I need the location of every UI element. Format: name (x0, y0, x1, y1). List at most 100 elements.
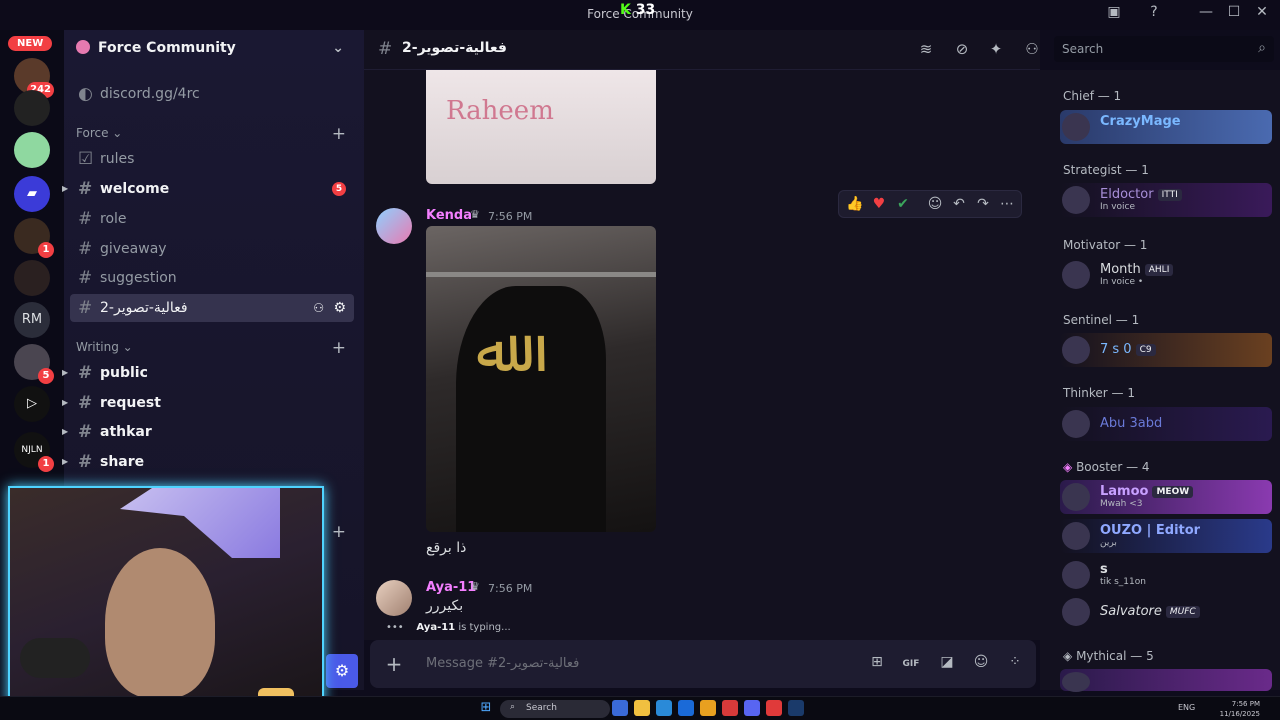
avatar (1062, 672, 1090, 692)
hash-icon: # (78, 268, 93, 288)
windows-start-icon[interactable]: ⊞ (478, 700, 494, 716)
member-item[interactable]: Abu 3abd (1060, 407, 1272, 441)
check-icon[interactable]: ✔ (893, 196, 913, 214)
minimize-button[interactable]: — (1194, 4, 1218, 26)
taskbar-search[interactable]: ⌕ Search (500, 700, 610, 718)
maximize-button[interactable]: ☐ (1222, 4, 1246, 26)
member-item[interactable]: Eldoctor ITTI In voice (1060, 183, 1272, 217)
members-icon[interactable]: ⚇ (1022, 40, 1042, 60)
close-button[interactable]: ✕ (1250, 4, 1274, 26)
server-icon[interactable]: 5 (14, 344, 54, 384)
invite-link[interactable]: ◐ discord.gg/4rc (70, 80, 354, 108)
hex-light-panels (120, 488, 280, 558)
channel-label: public (100, 365, 148, 381)
channel-request[interactable]: ▶ # request (62, 389, 354, 417)
server-icon[interactable] (14, 90, 50, 126)
server-icon[interactable] (14, 260, 50, 296)
chrome-icon[interactable] (700, 700, 716, 716)
member-item[interactable]: OUZO | Editor برين (1060, 519, 1272, 553)
settings-gear-icon[interactable]: ⚙ (326, 654, 358, 688)
add-reaction-icon[interactable]: ☺ (925, 196, 945, 214)
channel-suggestion[interactable]: # suggestion (70, 264, 354, 292)
mention-badge: 1 (38, 456, 54, 472)
server-icon[interactable]: 1 (14, 218, 54, 258)
gear-icon[interactable]: ⚙ (333, 294, 346, 322)
channel-giveaway[interactable]: # giveaway (70, 235, 354, 263)
member-item[interactable]: s tik s_11on (1060, 558, 1272, 592)
emoji-icon[interactable]: ☺ (970, 654, 992, 674)
clock-time: 7:56 PM (1231, 700, 1260, 708)
member-item[interactable] (1060, 669, 1272, 692)
language-indicator[interactable]: ENG (1178, 703, 1195, 712)
clock[interactable]: 7:56 PM 11/16/2025 (1220, 699, 1260, 719)
add-attachment-button[interactable]: + (382, 652, 406, 676)
inbox-icon[interactable]: ▣ (1102, 4, 1126, 26)
threads-icon[interactable]: ≋ (916, 40, 936, 60)
image-attachment[interactable]: ﷲ (426, 226, 656, 532)
avatar[interactable] (376, 208, 412, 244)
app-icon[interactable] (678, 700, 694, 716)
rules-icon: ☑ (78, 149, 94, 169)
channel-welcome[interactable]: ▶ # welcome 5 (62, 175, 354, 203)
channel-header: # 2-فعالية-تصوير ≋ ⊘ ✦ ⚇ (364, 30, 1040, 70)
server-icon[interactable] (14, 132, 50, 168)
channel-public[interactable]: ▶ # public (62, 359, 354, 387)
channel-role[interactable]: # role (70, 205, 354, 233)
forward-icon[interactable]: ↷ (973, 196, 993, 214)
play-icon[interactable]: ▷ (14, 386, 50, 422)
kick-icon: K (620, 2, 631, 18)
folder-icon[interactable] (634, 700, 650, 716)
add-channel-button[interactable]: + (332, 522, 346, 542)
thumbs-up-icon[interactable]: 👍 (845, 196, 865, 214)
invite-icon[interactable]: ⚇ (313, 294, 324, 322)
steam-icon[interactable] (788, 700, 804, 716)
apps-icon[interactable]: ⁘ (1004, 654, 1026, 674)
guild-header[interactable]: Force Community ⌄ (76, 40, 356, 60)
member-name: Abu 3abd (1100, 416, 1163, 431)
server-icon[interactable]: RM (14, 302, 50, 338)
category-force[interactable]: Force ⌄ (76, 126, 122, 140)
help-icon[interactable]: ? (1142, 4, 1166, 26)
message-author[interactable]: Kenda (426, 208, 472, 223)
member-status: In voice (1100, 202, 1136, 212)
handwriting-text: Raheem (446, 96, 554, 126)
add-channel-button[interactable]: + (332, 124, 346, 144)
channel-athkar[interactable]: ▶ # athkar (62, 418, 354, 446)
image-attachment[interactable]: Raheem (426, 70, 656, 184)
channel-share[interactable]: ▶ # share (62, 448, 354, 476)
edge-icon[interactable] (656, 700, 672, 716)
add-channel-button[interactable]: + (332, 338, 346, 358)
more-icon[interactable]: ⋯ (997, 196, 1017, 214)
category-writing[interactable]: Writing ⌄ (76, 340, 133, 354)
app-icon[interactable] (722, 700, 738, 716)
gif-button[interactable]: GIF (900, 654, 922, 674)
message-input[interactable]: Message #2-فعالية-تصوير (426, 656, 579, 671)
discord-icon[interactable] (744, 700, 760, 716)
member-item[interactable]: CrazyMage (1060, 110, 1272, 144)
search-input[interactable]: Search ⌕ (1054, 36, 1274, 62)
app-icon[interactable] (612, 700, 628, 716)
member-item[interactable]: Salvatore MUFC (1060, 595, 1272, 629)
reply-icon[interactable]: ↶ (949, 196, 969, 214)
member-item[interactable]: 7 s 0 C9 (1060, 333, 1272, 367)
server-icon[interactable]: 242 (14, 58, 54, 98)
avatar[interactable] (376, 580, 412, 616)
gift-icon[interactable]: ⊞ (866, 654, 888, 674)
clothes-rail (426, 272, 656, 277)
category-label: Writing (76, 340, 119, 354)
guild-icon (76, 40, 90, 54)
member-name: Month (1100, 262, 1141, 277)
member-item[interactable]: Month AHLI In voice • (1060, 258, 1272, 292)
pin-icon[interactable]: ✦ (986, 40, 1006, 60)
message-time: 7:56 PM (488, 582, 533, 595)
channel-rules[interactable]: ☑ rules (70, 145, 354, 173)
app-icon[interactable] (766, 700, 782, 716)
mute-icon[interactable]: ⊘ (952, 40, 972, 60)
server-icon[interactable]: NJLN 1 (14, 432, 54, 472)
heart-icon[interactable]: ♥ (869, 196, 889, 214)
message-author[interactable]: Aya-11 (426, 580, 476, 595)
folder-icon[interactable]: ▰ (14, 176, 50, 212)
member-item[interactable]: Lamoo MEOW Mwah <3 (1060, 480, 1272, 514)
sticker-icon[interactable]: ◪ (936, 654, 958, 674)
channel-photo-event[interactable]: #2-فعالية-تصوير ⚇ ⚙ (70, 294, 354, 322)
